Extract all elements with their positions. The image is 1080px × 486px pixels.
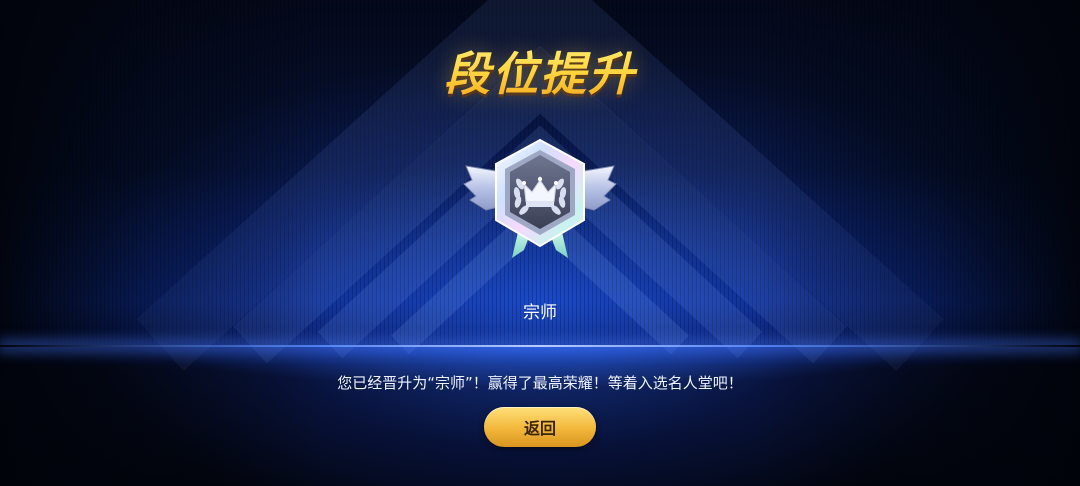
back-button[interactable]: 返回 [484,407,596,447]
promotion-message: 您已经晋升为“宗师”！赢得了最高荣耀！等着入选名人堂吧！ [337,374,743,392]
stage-horizon-line [0,345,1080,347]
page-title: 段位提升 [0,38,1080,104]
grandmaster-crown-badge-icon [463,138,617,258]
rank-name: 宗师 [523,303,557,323]
rank-up-screen: 段位提升 宗师 您已经晋升为“宗师”！赢得了最高荣耀！等着入选名人堂吧！ 返回 [0,0,1080,486]
